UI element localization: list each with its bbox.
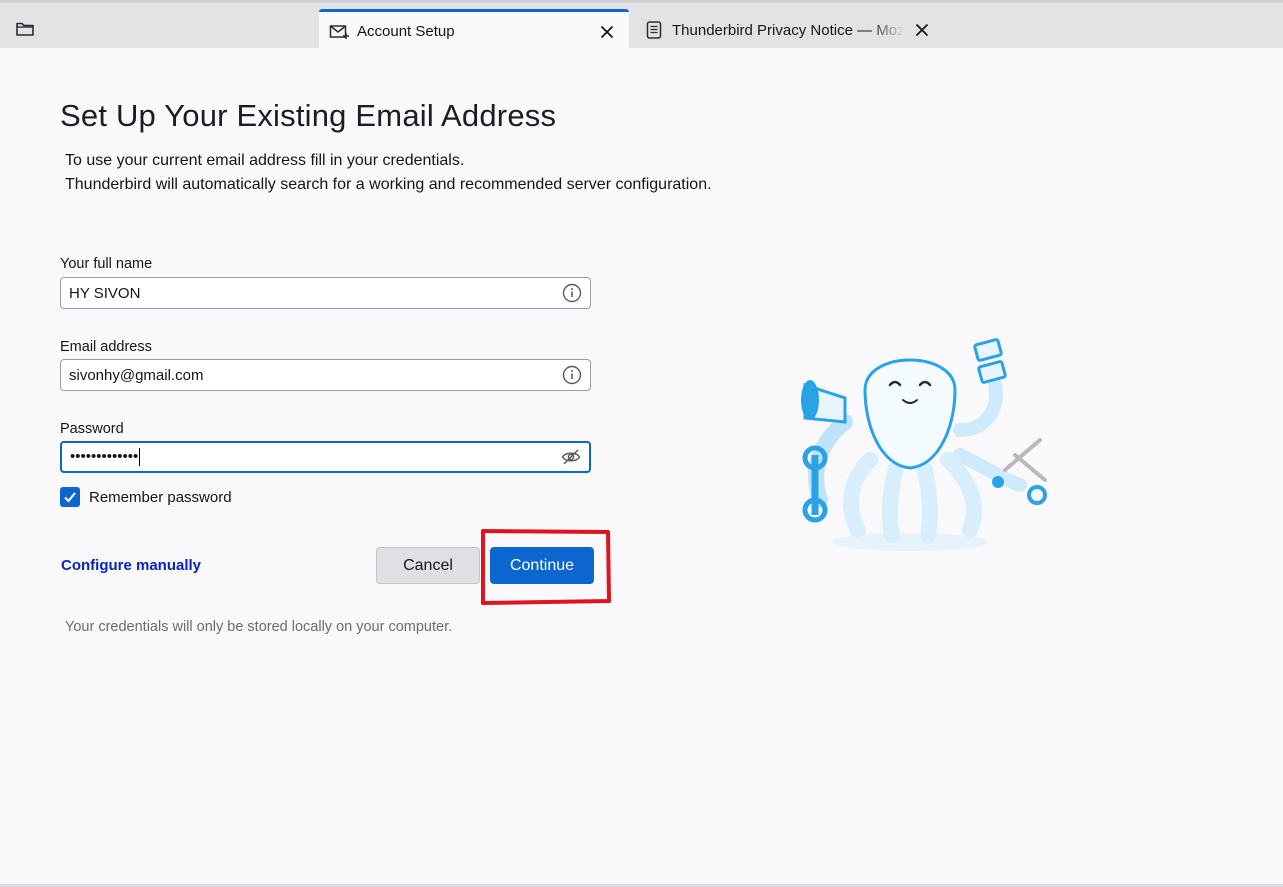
- document-icon: [644, 20, 664, 40]
- tab-bar: Account Setup Thunderbird Privacy Notice…: [0, 0, 1283, 51]
- fullname-label: Your full name: [60, 256, 153, 272]
- tab-label: Account Setup: [357, 23, 455, 40]
- remember-checkbox[interactable]: [60, 487, 80, 507]
- info-icon[interactable]: [562, 283, 582, 303]
- password-value: •••••••••••••: [70, 447, 139, 465]
- password-label: Password: [60, 421, 124, 437]
- octopus-mascot-illustration: [801, 338, 1047, 551]
- close-icon[interactable]: [912, 20, 932, 40]
- mail-setup-icon: [329, 22, 349, 42]
- fullname-value: HY SIVON: [69, 284, 141, 302]
- fullname-input[interactable]: HY SIVON: [60, 277, 591, 309]
- tab-account-setup[interactable]: Account Setup: [319, 9, 629, 51]
- email-label: Email address: [60, 339, 152, 355]
- email-input[interactable]: sivonhy@gmail.com: [60, 359, 591, 391]
- credentials-note: Your credentials will only be stored loc…: [65, 619, 453, 635]
- text-caret: [139, 448, 141, 467]
- tab-privacy-notice[interactable]: Thunderbird Privacy Notice — Mozilla: [634, 9, 944, 51]
- eye-hidden-icon[interactable]: [561, 447, 581, 467]
- tab-label: Thunderbird Privacy Notice — Mozilla: [672, 21, 904, 39]
- page-title: Set Up Your Existing Email Address: [60, 98, 557, 133]
- folder-icon[interactable]: [10, 16, 40, 40]
- intro-line: To use your current email address fill i…: [65, 152, 465, 169]
- remember-label: Remember password: [89, 488, 232, 506]
- password-input[interactable]: •••••••••••••: [60, 441, 591, 473]
- continue-button[interactable]: Continue: [490, 547, 594, 584]
- intro-text: To use your current email address fill i…: [65, 149, 712, 197]
- configure-manually-link[interactable]: Configure manually: [61, 557, 201, 574]
- remember-password[interactable]: Remember password: [60, 487, 232, 507]
- password-field: •••••••••••••: [70, 447, 561, 467]
- email-value: sivonhy@gmail.com: [69, 366, 204, 384]
- close-icon[interactable]: [597, 22, 617, 42]
- cancel-button[interactable]: Cancel: [376, 547, 480, 584]
- info-icon[interactable]: [562, 365, 582, 385]
- intro-line: Thunderbird will automatically search fo…: [65, 176, 712, 193]
